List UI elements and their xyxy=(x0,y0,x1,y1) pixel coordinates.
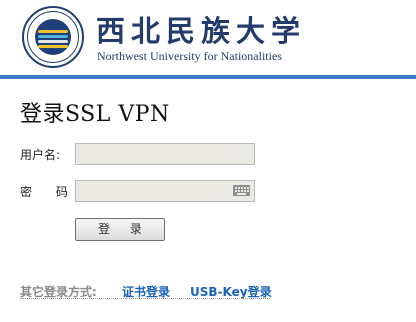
page-title: 登录SSL VPN xyxy=(20,102,170,127)
emblem-stripe xyxy=(38,40,68,43)
header: 西北民族大学 Northwest University for National… xyxy=(0,0,416,75)
emblem-stripe xyxy=(38,35,68,38)
dotted-divider xyxy=(20,298,270,299)
login-button[interactable]: 登 录 xyxy=(75,218,165,241)
password-input[interactable] xyxy=(75,180,255,202)
university-logo xyxy=(22,6,84,68)
emblem-stripe xyxy=(38,30,68,33)
username-label: 用户名: xyxy=(20,148,61,162)
university-name-en: Northwest University for Nationalities xyxy=(97,49,282,63)
university-name-cn: 西北民族大学 xyxy=(96,14,307,48)
emblem-stripe xyxy=(38,45,68,48)
username-input[interactable] xyxy=(75,143,255,165)
keyboard-icon[interactable] xyxy=(233,185,250,196)
header-divider xyxy=(0,75,416,79)
